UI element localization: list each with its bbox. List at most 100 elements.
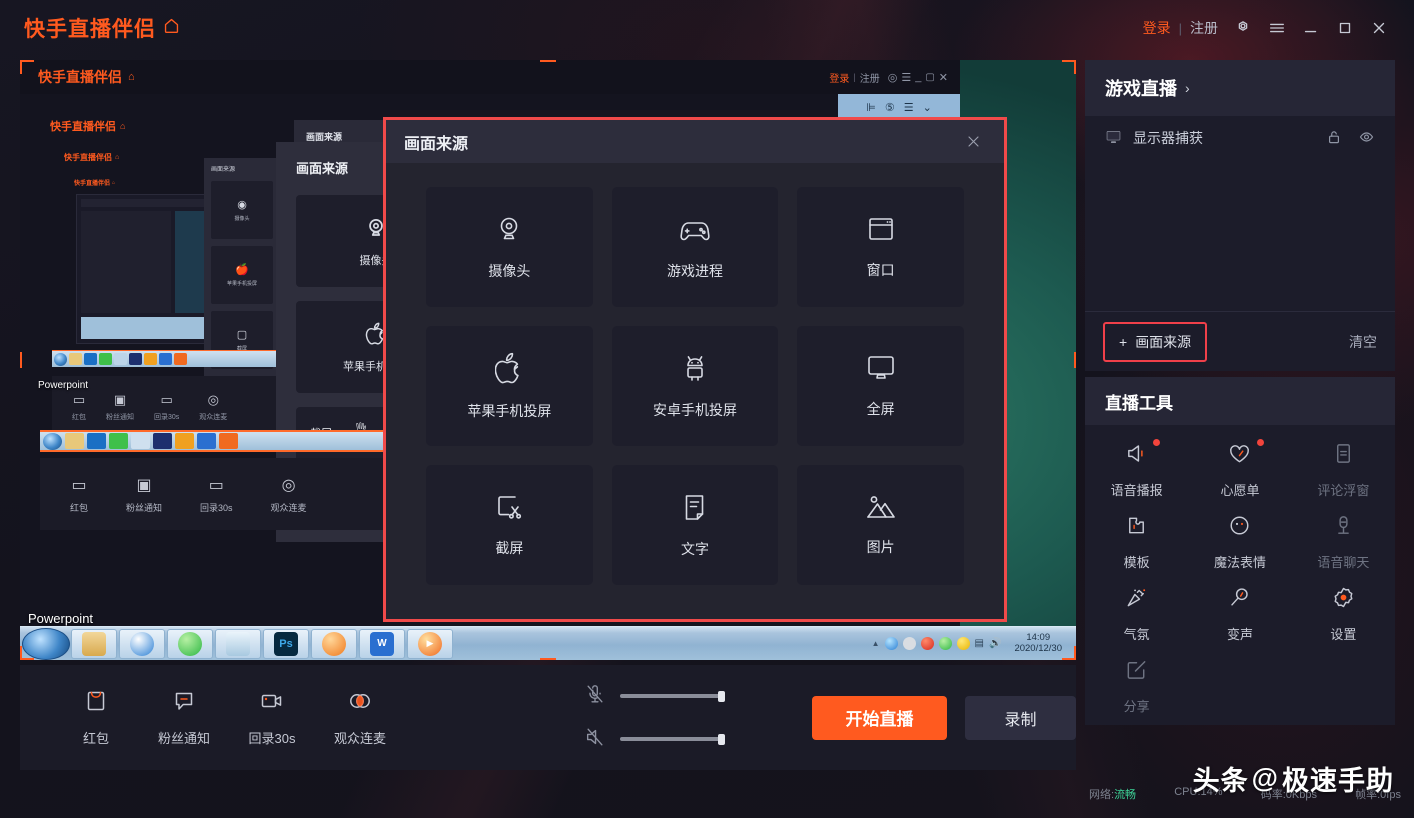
source-list: 显示器捕获 + 画面来源 清空 bbox=[1085, 116, 1395, 371]
speaker-muted-icon[interactable] bbox=[584, 726, 606, 753]
source-card-screenshot[interactable]: 截屏 bbox=[426, 465, 593, 585]
chevron-right-icon: › bbox=[1185, 80, 1190, 96]
add-source-button[interactable]: + 画面来源 bbox=[1103, 321, 1208, 362]
login-button[interactable]: 登录 bbox=[1135, 18, 1179, 38]
source-card-webcam[interactable]: 摄像头 bbox=[426, 187, 593, 307]
captured-titlebar-1: 快手直播伴侣 ⌂ 登录 | 注册 ◎ ☰ _ ▢ ✕ bbox=[20, 60, 960, 94]
source-picker-dialog: 画面来源 摄像头 游戏进程 窗口 苹果手机投屏 安卓手机投屏 全屏 截屏 文字 … bbox=[383, 117, 1007, 622]
tool-label: 评论浮窗 bbox=[1317, 483, 1370, 498]
tool-voice-chat[interactable]: 语音聊天 bbox=[1292, 513, 1395, 571]
unlock-icon[interactable] bbox=[1326, 129, 1342, 148]
resize-handle-top-left[interactable] bbox=[20, 60, 34, 74]
source-list-empty-area bbox=[1085, 160, 1395, 311]
captured-app-title-1: 快手直播伴侣 bbox=[38, 69, 122, 85]
resize-handle-top[interactable] bbox=[540, 60, 556, 74]
source-card-image[interactable]: 图片 bbox=[797, 465, 964, 585]
taskbar-player-icon: ▶ bbox=[407, 628, 453, 659]
source-card-game-process[interactable]: 游戏进程 bbox=[611, 187, 779, 307]
record-button[interactable]: 录制 bbox=[964, 695, 1076, 740]
eye-icon[interactable] bbox=[1358, 129, 1375, 148]
gear-icon[interactable] bbox=[1226, 11, 1260, 45]
tool-label: 心愿单 bbox=[1220, 483, 1260, 498]
network-value: 流畅 bbox=[1114, 789, 1137, 801]
source-card-window[interactable]: 窗口 bbox=[797, 187, 964, 307]
start-live-button[interactable]: 开始直播 bbox=[812, 695, 947, 740]
source-card-label: 游戏进程 bbox=[666, 263, 723, 279]
quick-action-label: 回录30s bbox=[248, 730, 296, 746]
home-icon: ⌂ bbox=[120, 121, 126, 131]
clear-sources-button[interactable]: 清空 bbox=[1349, 332, 1377, 352]
home-icon[interactable] bbox=[163, 17, 180, 39]
quick-label: 红包 bbox=[72, 414, 86, 421]
bottom-control-bar: 红包 粉丝通知 回录30s 观众连麦 开始直播 录制 bbox=[20, 665, 1076, 770]
title-bar-actions: 登录 | 注册 bbox=[1135, 11, 1396, 45]
tool-voice-changer[interactable]: 变声 bbox=[1188, 585, 1291, 643]
mic-slider-row bbox=[584, 683, 725, 710]
popup-item-label: 苹果手机投屏 bbox=[226, 281, 257, 287]
source-card-label: 苹果手机投屏 bbox=[467, 402, 552, 419]
close-icon[interactable] bbox=[960, 129, 986, 155]
resize-handle-left[interactable] bbox=[20, 352, 34, 368]
tool-label: 语音聊天 bbox=[1317, 555, 1370, 570]
resize-handle-bottom-left[interactable] bbox=[20, 646, 34, 660]
tool-comment-float-window[interactable]: 评论浮窗 bbox=[1292, 441, 1395, 499]
tool-label: 变声 bbox=[1226, 627, 1253, 642]
right-panel: 游戏直播 › 显示器捕获 + 画面来源 清空 直播工具 语音播报 心愿单 评论浮… bbox=[1085, 60, 1395, 770]
speaker-volume-slider[interactable] bbox=[620, 734, 725, 745]
mic-muted-icon[interactable] bbox=[584, 683, 606, 710]
register-button[interactable]: 注册 bbox=[1182, 18, 1226, 38]
tray-update-icon bbox=[956, 637, 970, 650]
tool-label: 语音播报 bbox=[1110, 483, 1163, 498]
quick-action-fans-notice[interactable]: 粉丝通知 bbox=[140, 689, 228, 747]
source-list-item-monitor-capture[interactable]: 显示器捕获 bbox=[1085, 116, 1395, 160]
clock-date: 2020/12/30 bbox=[1014, 642, 1062, 654]
title-bar: 快手直播伴侣 登录 | 注册 bbox=[0, 0, 1414, 56]
tool-settings[interactable]: 设置 bbox=[1292, 585, 1395, 643]
mic-volume-slider[interactable] bbox=[620, 691, 725, 702]
megaphone-icon bbox=[1124, 441, 1149, 471]
tool-share[interactable]: 分享 bbox=[1085, 657, 1188, 715]
taskbar-wechat-icon bbox=[167, 628, 213, 659]
resize-handle-bottom-right[interactable] bbox=[1062, 646, 1076, 660]
gear-icon: ◎ bbox=[887, 71, 898, 84]
tools-grid: 语音播报 心愿单 评论浮窗 模板 魔法表情 语音聊天 气氛 变声 设置 分享 bbox=[1085, 425, 1395, 725]
quick-action-label: 观众连麦 bbox=[333, 730, 386, 746]
source-card-ios-mirror[interactable]: 苹果手机投屏 bbox=[426, 326, 593, 446]
source-card-label: 图片 bbox=[866, 539, 895, 555]
captured-app-title-4: 快手直播伴侣 bbox=[74, 181, 111, 187]
resize-handle-top-right[interactable] bbox=[1062, 60, 1076, 74]
taskbar-notes-icon bbox=[215, 628, 261, 659]
source-card-label: 窗口 bbox=[866, 262, 895, 278]
source-card-fullscreen[interactable]: 全屏 bbox=[797, 326, 964, 446]
tool-voice-broadcast[interactable]: 语音播报 bbox=[1085, 439, 1188, 499]
quick-label: 回录30s bbox=[154, 414, 180, 421]
tool-atmosphere[interactable]: 气氛 bbox=[1085, 585, 1188, 643]
quick-label: 观众连麦 bbox=[270, 502, 307, 513]
sources-panel-header[interactable]: 游戏直播 › bbox=[1085, 60, 1395, 116]
maximize-icon[interactable] bbox=[1328, 11, 1362, 45]
tool-magic-emoji[interactable]: 魔法表情 bbox=[1188, 513, 1291, 571]
magic-face-icon bbox=[1227, 513, 1252, 543]
screenshot-crop-icon bbox=[494, 492, 524, 522]
tool-template[interactable]: 模板 bbox=[1085, 513, 1188, 571]
monitor-icon bbox=[1105, 129, 1122, 148]
quick-label: 观众连麦 bbox=[199, 414, 228, 421]
slider-knob[interactable] bbox=[718, 691, 725, 702]
resize-handle-right[interactable] bbox=[1062, 352, 1076, 368]
quick-action-replay-30s[interactable]: 回录30s bbox=[228, 689, 316, 747]
gear-icon bbox=[1331, 585, 1356, 615]
tool-wishlist[interactable]: 心愿单 bbox=[1188, 439, 1291, 499]
quick-action-audience-link[interactable]: 观众连麦 bbox=[316, 689, 404, 747]
source-card-text[interactable]: 文字 bbox=[611, 465, 779, 585]
quick-label: 粉丝通知 bbox=[106, 414, 134, 421]
close-icon[interactable] bbox=[1362, 11, 1396, 45]
source-card-android-mirror[interactable]: 安卓手机投屏 bbox=[611, 326, 779, 446]
minimize-icon[interactable] bbox=[1294, 11, 1328, 45]
resize-handle-bottom[interactable] bbox=[540, 646, 556, 660]
hamburger-menu-icon[interactable] bbox=[1260, 11, 1294, 45]
monitor-icon bbox=[865, 353, 897, 383]
quick-action-red-envelope[interactable]: 红包 bbox=[52, 689, 140, 747]
audio-sliders bbox=[584, 683, 725, 753]
slider-knob[interactable] bbox=[718, 734, 725, 745]
tray-flag-icon bbox=[902, 637, 916, 650]
